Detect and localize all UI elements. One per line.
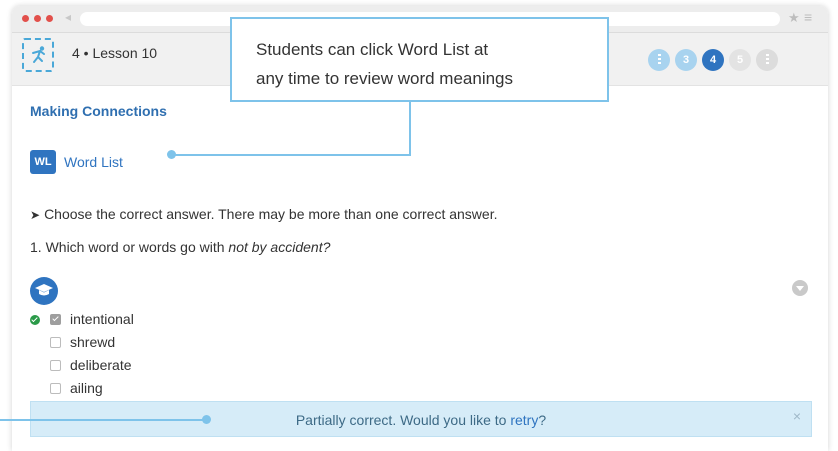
progress-step-info-end[interactable] xyxy=(756,49,778,71)
back-arrow-icon[interactable]: ◂ xyxy=(65,10,71,24)
close-icon[interactable]: × xyxy=(793,408,801,424)
menu-icon[interactable]: ≡ xyxy=(804,9,812,25)
star-icon[interactable]: ★ xyxy=(788,10,800,26)
graduation-cap-icon xyxy=(30,277,58,305)
progress-step-4[interactable]: 4 xyxy=(702,49,724,71)
question-prefix: 1. Which word or words go with xyxy=(30,239,229,255)
close-window-dot[interactable] xyxy=(22,15,29,22)
progress-step-3[interactable]: 3 xyxy=(675,49,697,71)
feedback-message: Partially correct. Would you like to xyxy=(295,412,511,428)
arrow-right-icon: ➤ xyxy=(30,208,41,222)
word-list-label[interactable]: Word List xyxy=(64,154,123,170)
progress-step-5[interactable]: 5 xyxy=(729,49,751,71)
option-checkbox[interactable] xyxy=(50,383,61,394)
option-label: ailing xyxy=(70,380,103,396)
feedback-suffix: ? xyxy=(538,412,547,428)
instructions: ➤ Choose the correct answer. There may be… xyxy=(30,206,497,222)
question-emphasis: not by accident? xyxy=(228,239,331,255)
lesson-title: 4 • Lesson 10 xyxy=(72,45,158,61)
annotation-callout: Students can click Word List at any time… xyxy=(230,17,609,102)
callout-line-1: Students can click Word List at xyxy=(256,40,489,59)
lesson-logo-icon xyxy=(22,38,54,72)
progress-step-info[interactable] xyxy=(648,49,670,71)
feedback-connector-line xyxy=(0,419,206,421)
section-title: Making Connections xyxy=(30,103,167,119)
maximize-window-dot[interactable] xyxy=(46,15,53,22)
option-label: deliberate xyxy=(70,357,132,373)
option-checkbox[interactable] xyxy=(50,360,61,371)
instructions-text: Choose the correct answer. There may be … xyxy=(44,206,498,222)
feedback-connector-dot xyxy=(202,415,211,424)
option-checkbox[interactable] xyxy=(50,314,61,325)
callout-connector-dot xyxy=(167,150,176,159)
collapse-chevron-icon[interactable] xyxy=(792,280,808,296)
retry-link[interactable]: retry xyxy=(510,412,538,428)
option-checkbox[interactable] xyxy=(50,337,61,348)
callout-connector-horizontal xyxy=(172,154,411,156)
correct-check-icon xyxy=(30,315,40,325)
callout-connector-vertical xyxy=(409,101,411,156)
option-label: shrewd xyxy=(70,334,116,350)
option-label: intentional xyxy=(70,311,134,327)
question-text: 1. Which word or words go with not by ac… xyxy=(30,239,330,255)
minimize-window-dot[interactable] xyxy=(34,15,41,22)
word-list-icon: WL xyxy=(30,150,56,174)
callout-line-2: any time to review word meanings xyxy=(256,69,514,88)
